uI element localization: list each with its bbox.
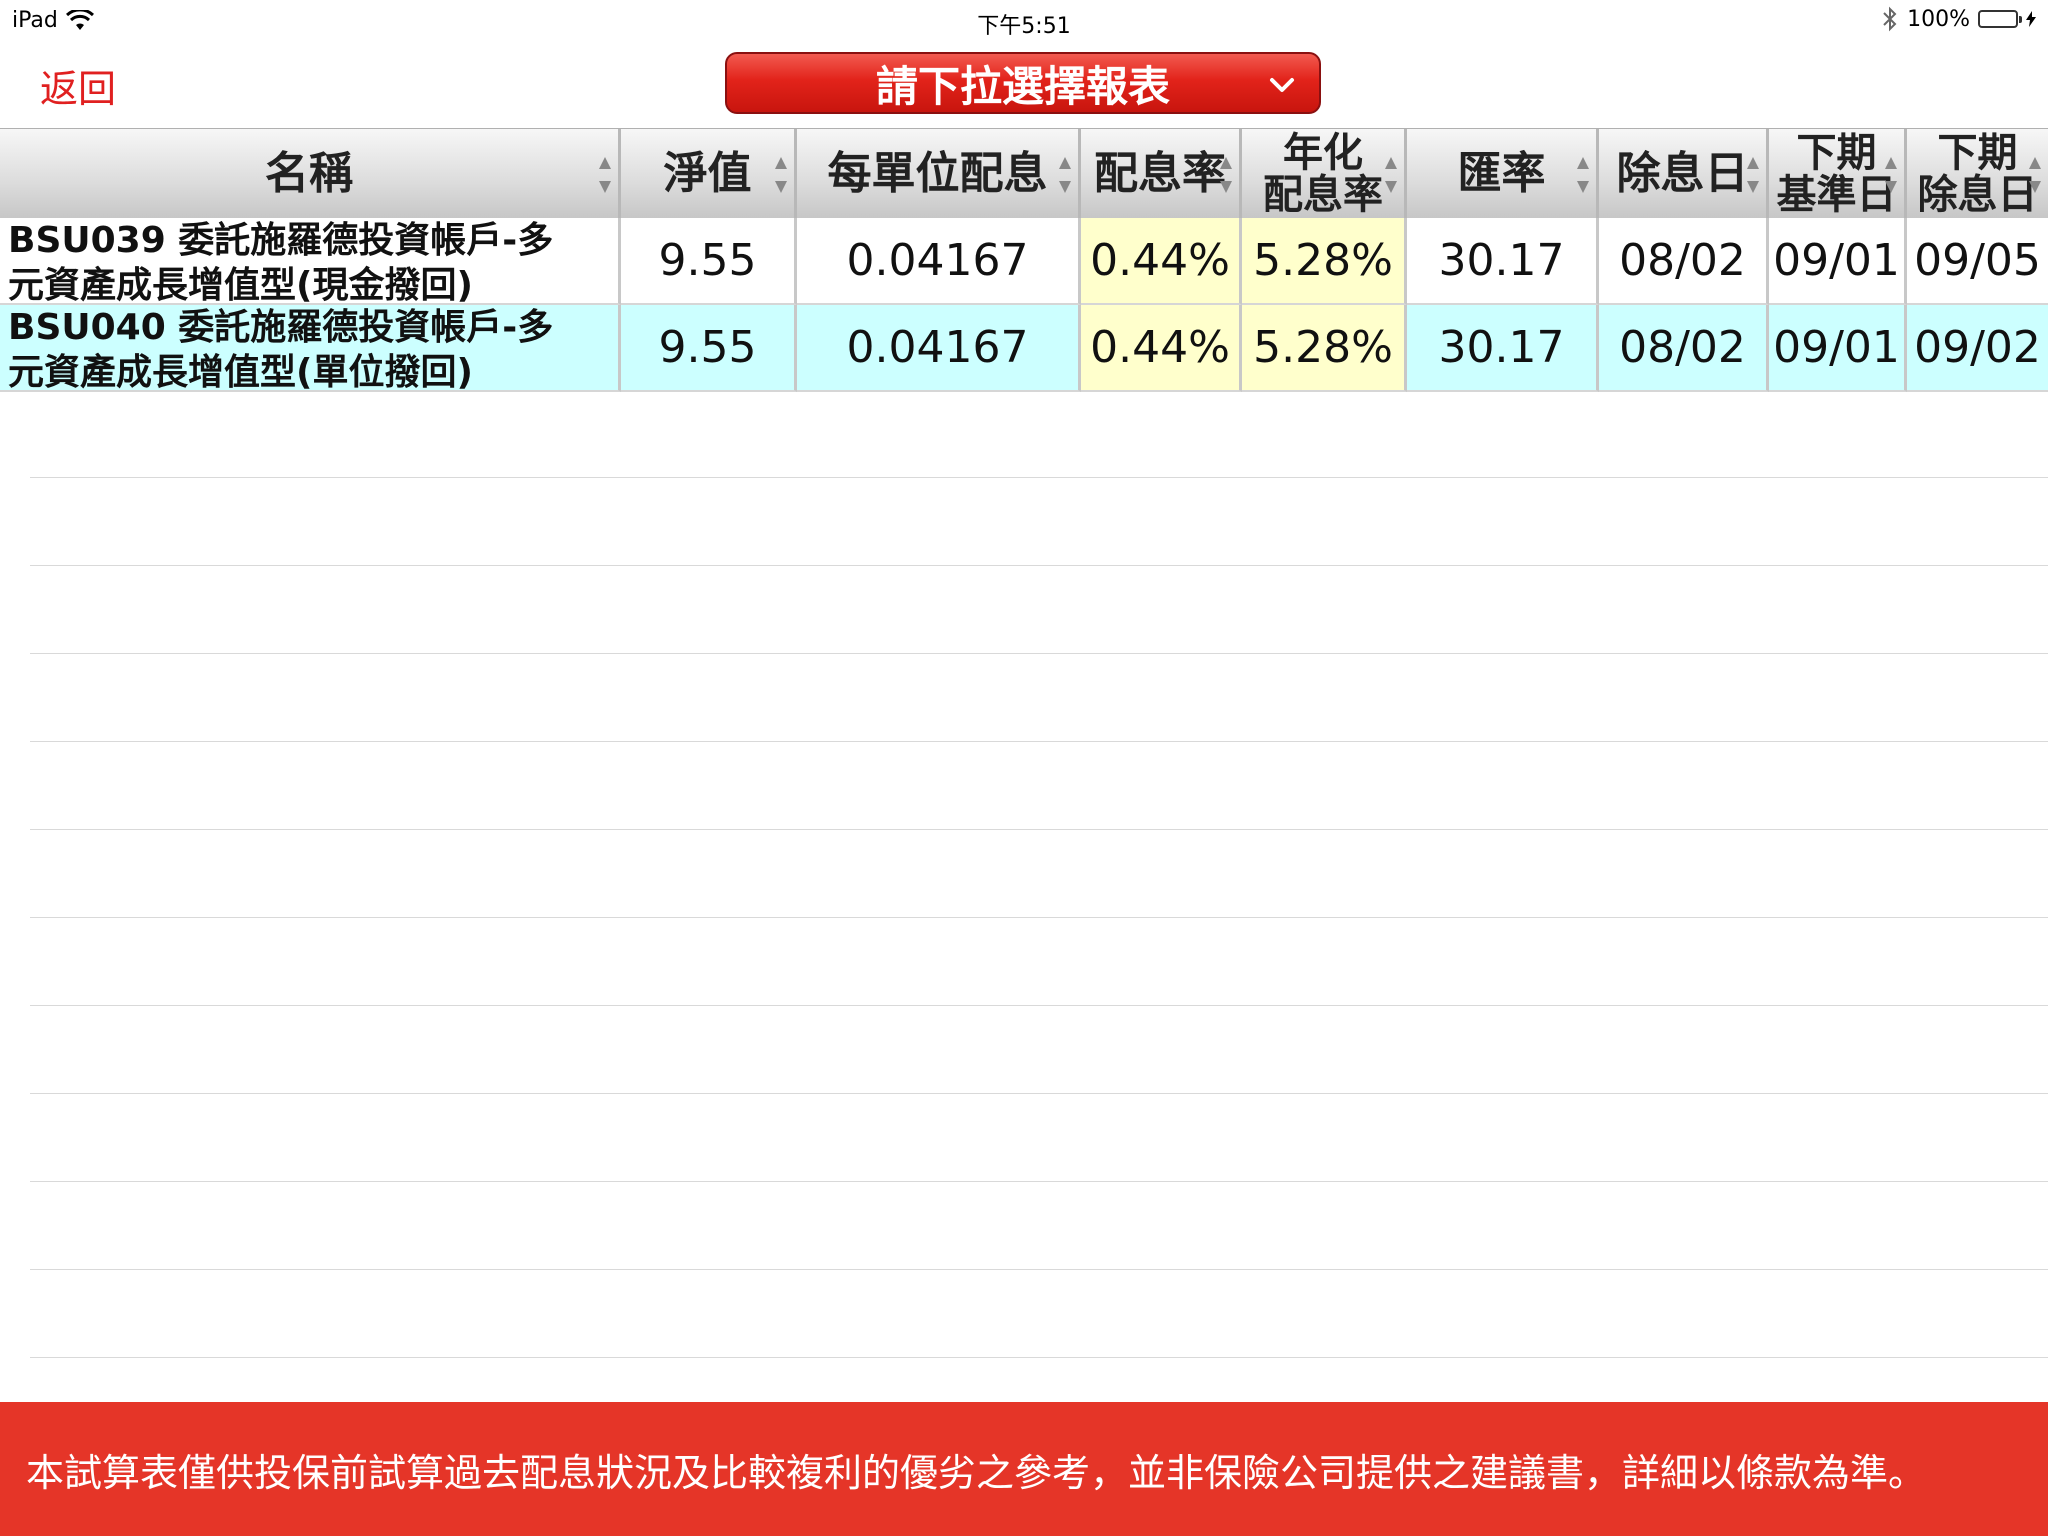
header-name[interactable]: 名稱 bbox=[0, 129, 621, 219]
list-separator bbox=[30, 741, 2048, 742]
list-separator bbox=[30, 1357, 2048, 1358]
charging-icon bbox=[2026, 11, 2036, 27]
cell-nav: 9.55 bbox=[621, 305, 797, 392]
cell-dividend-rate: 0.44% bbox=[1081, 305, 1242, 392]
status-time: 下午5:51 bbox=[977, 14, 1071, 39]
cell-next-ex-date: 09/05 bbox=[1907, 218, 2048, 305]
table-header: 名稱 淨值 每單位配息 配息率 年化 配息率 匯率 除息日 下期 基準日 下期 … bbox=[0, 128, 2048, 219]
cell-fund-name: BSU040 委託施羅德投資帳戶-多 元資產成長增值型(單位撥回) bbox=[0, 305, 621, 393]
header-nav[interactable]: 淨值 bbox=[621, 129, 797, 219]
header-next-ex-date[interactable]: 下期 除息日 bbox=[1907, 129, 2048, 219]
battery-percent: 100% bbox=[1907, 6, 1970, 32]
sort-icon bbox=[1577, 157, 1589, 193]
table-row[interactable]: BSU040 委託施羅德投資帳戶-多 元資產成長增值型(單位撥回) 9.55 0.… bbox=[0, 305, 2048, 393]
list-separator bbox=[30, 1181, 2048, 1182]
list-separator bbox=[30, 1269, 2048, 1270]
back-button[interactable]: 返回 bbox=[40, 58, 116, 113]
disclaimer-footer: 本試算表僅供投保前試算過去配息狀況及比較複利的優劣之參考，並非保險公司提供之建議… bbox=[0, 1402, 2048, 1536]
disclaimer-text: 本試算表僅供投保前試算過去配息狀況及比較複利的優劣之參考，並非保險公司提供之建議… bbox=[26, 1450, 1927, 1495]
cell-nav: 9.55 bbox=[621, 218, 797, 305]
sort-icon bbox=[1885, 157, 1897, 193]
header-fx-rate[interactable]: 匯率 bbox=[1407, 129, 1599, 219]
sort-icon bbox=[775, 157, 787, 193]
header-next-base-date[interactable]: 下期 基準日 bbox=[1769, 129, 1907, 219]
list-separator bbox=[30, 653, 2048, 654]
list-separator bbox=[30, 477, 2048, 478]
list-separator bbox=[30, 917, 2048, 918]
sort-icon bbox=[1059, 157, 1071, 193]
status-right: 100% bbox=[1881, 6, 2036, 32]
report-select-dropdown[interactable]: 請下拉選擇報表 bbox=[725, 52, 1321, 114]
cell-ex-date: 08/02 bbox=[1599, 305, 1769, 392]
sort-icon bbox=[1385, 157, 1397, 193]
status-bar: iPad 下午5:51 100% bbox=[0, 0, 2048, 40]
header-annualized-rate[interactable]: 年化 配息率 bbox=[1242, 129, 1407, 219]
cell-annualized-rate: 5.28% bbox=[1242, 305, 1407, 392]
cell-next-base-date: 09/01 bbox=[1769, 218, 1907, 305]
cell-dividend-per-unit: 0.04167 bbox=[797, 305, 1081, 392]
header-dividend-per-unit[interactable]: 每單位配息 bbox=[797, 129, 1081, 219]
cell-ex-date: 08/02 bbox=[1599, 218, 1769, 305]
list-separator bbox=[30, 829, 2048, 830]
sort-icon bbox=[2029, 157, 2041, 193]
list-separator bbox=[30, 1005, 2048, 1006]
sort-icon bbox=[1747, 157, 1759, 193]
cell-next-ex-date: 09/02 bbox=[1907, 305, 2048, 392]
report-select-label: 請下拉選擇報表 bbox=[875, 61, 1170, 111]
list-separator bbox=[30, 565, 2048, 566]
header-dividend-rate[interactable]: 配息率 bbox=[1081, 129, 1242, 219]
sort-icon bbox=[1220, 157, 1232, 193]
chevron-down-icon bbox=[1270, 78, 1294, 92]
cell-annualized-rate: 5.28% bbox=[1242, 218, 1407, 305]
list-separator bbox=[30, 1093, 2048, 1094]
header-ex-date[interactable]: 除息日 bbox=[1599, 129, 1769, 219]
cell-dividend-per-unit: 0.04167 bbox=[797, 218, 1081, 305]
cell-fund-name: BSU039 委託施羅德投資帳戶-多 元資產成長增值型(現金撥回) bbox=[0, 218, 621, 306]
cell-next-base-date: 09/01 bbox=[1769, 305, 1907, 392]
sort-icon bbox=[599, 157, 611, 193]
table-row[interactable]: BSU039 委託施羅德投資帳戶-多 元資產成長增值型(現金撥回) 9.55 0.… bbox=[0, 218, 2048, 306]
cell-fx-rate: 30.17 bbox=[1407, 305, 1599, 392]
cell-fx-rate: 30.17 bbox=[1407, 218, 1599, 305]
bluetooth-icon bbox=[1883, 6, 1897, 32]
cell-dividend-rate: 0.44% bbox=[1081, 218, 1242, 305]
battery-icon bbox=[1978, 10, 2036, 28]
